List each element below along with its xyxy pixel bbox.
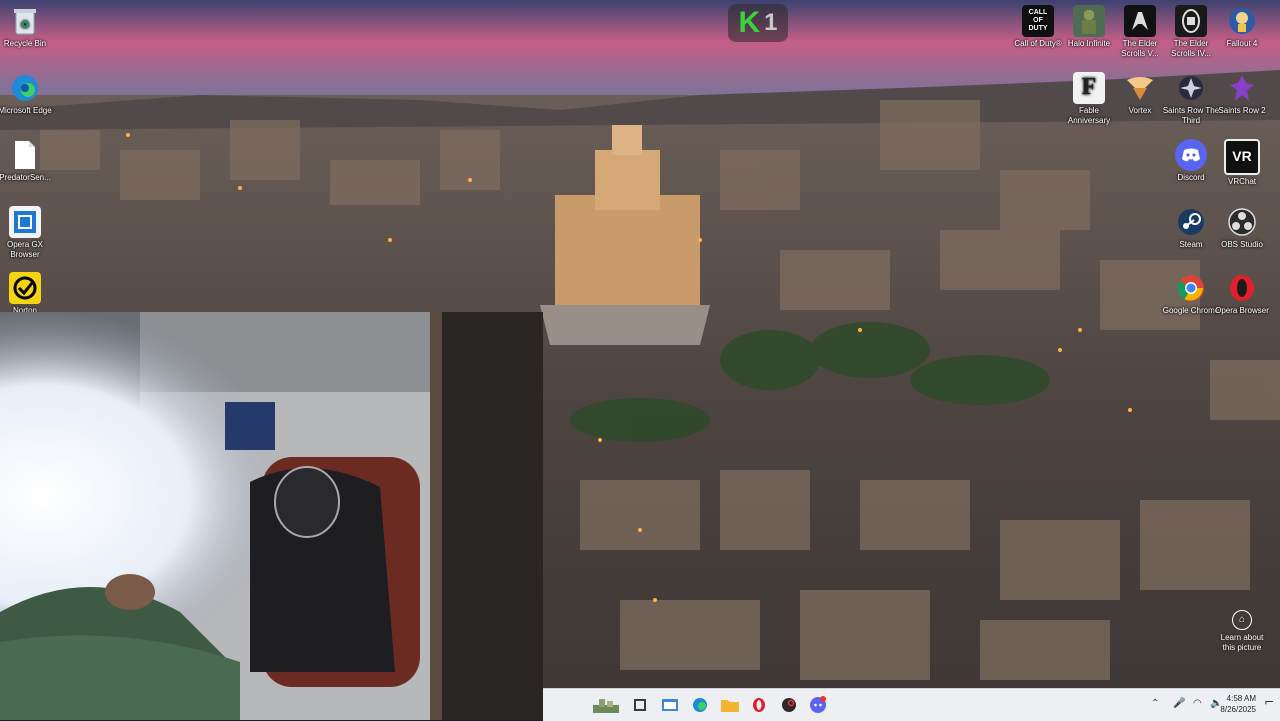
taskbar: ⌃ 🎤 ◠ 🔈 4:58 AM 8/26/2025 ⌐ (543, 688, 1280, 721)
discord-icon (1175, 139, 1207, 171)
desktop-icon-microsoft-edge[interactable]: Microsoft Edge (0, 72, 54, 116)
elder-scrolls-v-icon (1124, 5, 1156, 37)
norton-icon (9, 272, 41, 304)
spotlight-icon: ⌂ (1232, 610, 1252, 630)
edge-icon (9, 72, 41, 104)
elder-scrolls-iv-icon (1175, 5, 1207, 37)
discord-taskbar-button[interactable] (808, 695, 828, 715)
task-view-icon (634, 699, 646, 711)
obs-studio-icon (1226, 206, 1258, 238)
desktop-icon-label: The Elder Scrolls V... (1121, 39, 1159, 58)
desktop-icon-elder-scrolls-iv[interactable]: The Elder Scrolls IV... (1162, 5, 1220, 58)
desktop-icon-saints-row-2[interactable]: Saints Row 2 (1213, 72, 1271, 116)
clock-time: 4:58 AM (1226, 694, 1256, 703)
fallout-4-icon (1226, 5, 1258, 37)
store-icon (662, 699, 678, 711)
store-button[interactable] (660, 695, 680, 715)
desktop-icon-label: Fallout 4 (1226, 39, 1258, 48)
desktop-icon-label: Vortex (1128, 106, 1152, 115)
desktop-icon-discord[interactable]: Discord (1162, 139, 1220, 183)
learn-about-picture-button[interactable]: ⌂ Learn about this picture (1216, 610, 1268, 652)
widgets-icon (593, 699, 619, 713)
opera-browser-icon (1226, 272, 1258, 304)
steam-tb-icon (782, 698, 796, 712)
opera-taskbar-button[interactable] (749, 695, 769, 715)
file-explorer-button[interactable] (720, 695, 740, 715)
desktop-icon-steam[interactable]: Steam (1162, 206, 1220, 250)
edge-taskbar-button[interactable] (690, 695, 710, 715)
desktop-icon-vrchat[interactable]: VR VRChat (1213, 139, 1271, 187)
webcam-feed-image (0, 312, 543, 720)
desktop-icon-label: OBS Studio (1221, 240, 1263, 249)
task-view-button[interactable] (630, 695, 650, 715)
svg-text:♻: ♻ (21, 20, 30, 31)
wifi-icon[interactable]: ◠ (1193, 698, 1202, 709)
desktop-icon-google-chrome[interactable]: Google Chrome (1162, 272, 1220, 316)
halo-infinite-icon (1073, 5, 1105, 37)
file-icon (9, 139, 41, 171)
desktop-icon-norton[interactable]: Norton (0, 272, 54, 316)
opera-icon (753, 698, 765, 712)
desktop-icon-opera-gx[interactable]: Opera GX Browser (0, 206, 54, 259)
desktop-icon-label: VRChat (1227, 177, 1256, 186)
desktop-icon-obs-studio[interactable]: OBS Studio (1213, 206, 1271, 250)
desktop-icon-recycle-bin[interactable]: ♻ Recycle Bin (0, 5, 54, 49)
steam-icon (1175, 206, 1207, 238)
overlay-k: K (738, 6, 761, 39)
show-hidden-icons-chevron-icon[interactable]: ⌃ (1151, 698, 1159, 709)
desktop-icon-label: Opera GX Browser (6, 240, 43, 259)
notification-bell-icon[interactable]: ⌐ (1264, 695, 1274, 709)
desktop-icon-label: Recycle Bin (3, 39, 47, 48)
k1-overlay-badge: K 1 (728, 4, 788, 42)
opera-gx-icon (9, 206, 41, 238)
desktop-icon-label: PredatorSen... (0, 173, 51, 182)
desktop-icon-label: The Elder Scrolls IV... (1171, 39, 1211, 58)
desktop-icon-label: Saints Row The Third (1162, 106, 1220, 125)
desktop-icon-vortex[interactable]: Vortex (1111, 72, 1169, 116)
steam-taskbar-button[interactable] (779, 695, 799, 715)
desktop-icon-elder-scrolls-v[interactable]: The Elder Scrolls V... (1111, 5, 1169, 58)
clock[interactable]: 4:58 AM 8/26/2025 (1220, 693, 1256, 715)
webcam-overlay (0, 312, 543, 720)
microphone-icon[interactable]: 🎤 (1173, 698, 1185, 709)
vrchat-icon: VR (1224, 139, 1260, 175)
desktop-icon-label: Fable Anniversary (1067, 106, 1111, 125)
desktop-icon-opera-browser[interactable]: Opera Browser (1213, 272, 1271, 316)
discord-tb-icon (810, 696, 826, 713)
widgets-button[interactable] (593, 695, 619, 715)
desktop-icon-label: Google Chrome (1162, 306, 1220, 315)
desktop-icon-predatorsense[interactable]: PredatorSen... (0, 139, 54, 183)
desktop-icon-call-of-duty[interactable]: CALL OF DUTY Call of Duty® (1009, 5, 1067, 49)
google-chrome-icon (1175, 272, 1207, 304)
recycle-bin-icon: ♻ (9, 5, 41, 37)
desktop-icon-label: Opera Browser (1215, 306, 1269, 315)
desktop-icon-fallout-4[interactable]: Fallout 4 (1213, 5, 1271, 49)
fable-anniversary-icon: F (1073, 72, 1105, 104)
desktop-icon-fable-anniversary[interactable]: F Fable Anniversary (1060, 72, 1118, 125)
clock-date: 8/26/2025 (1220, 705, 1256, 714)
desktop-icon-halo-infinite[interactable]: Halo Infinite (1060, 5, 1118, 49)
saints-row-third-icon (1175, 72, 1207, 104)
desktop-icon-label: Call of Duty® (1014, 39, 1062, 48)
desktop-icon-label: Microsoft Edge (0, 106, 52, 115)
desktop-icon-label: Discord (1177, 173, 1205, 182)
desktop-icon-label: Saints Row 2 (1218, 106, 1266, 115)
overlay-number: 1 (764, 9, 778, 36)
desktop-icon-label: Halo Infinite (1067, 39, 1111, 48)
desktop-icon-label: Steam (1179, 240, 1203, 249)
learn-about-picture-label: Learn about this picture (1220, 633, 1264, 652)
file-explorer-icon (721, 700, 739, 712)
vortex-icon (1124, 72, 1156, 104)
edge-icon (693, 698, 707, 712)
desktop-icon-saints-row-third[interactable]: Saints Row The Third (1162, 72, 1220, 125)
saints-row-2-icon (1226, 72, 1258, 104)
call-of-duty-icon: CALL OF DUTY (1022, 5, 1054, 37)
